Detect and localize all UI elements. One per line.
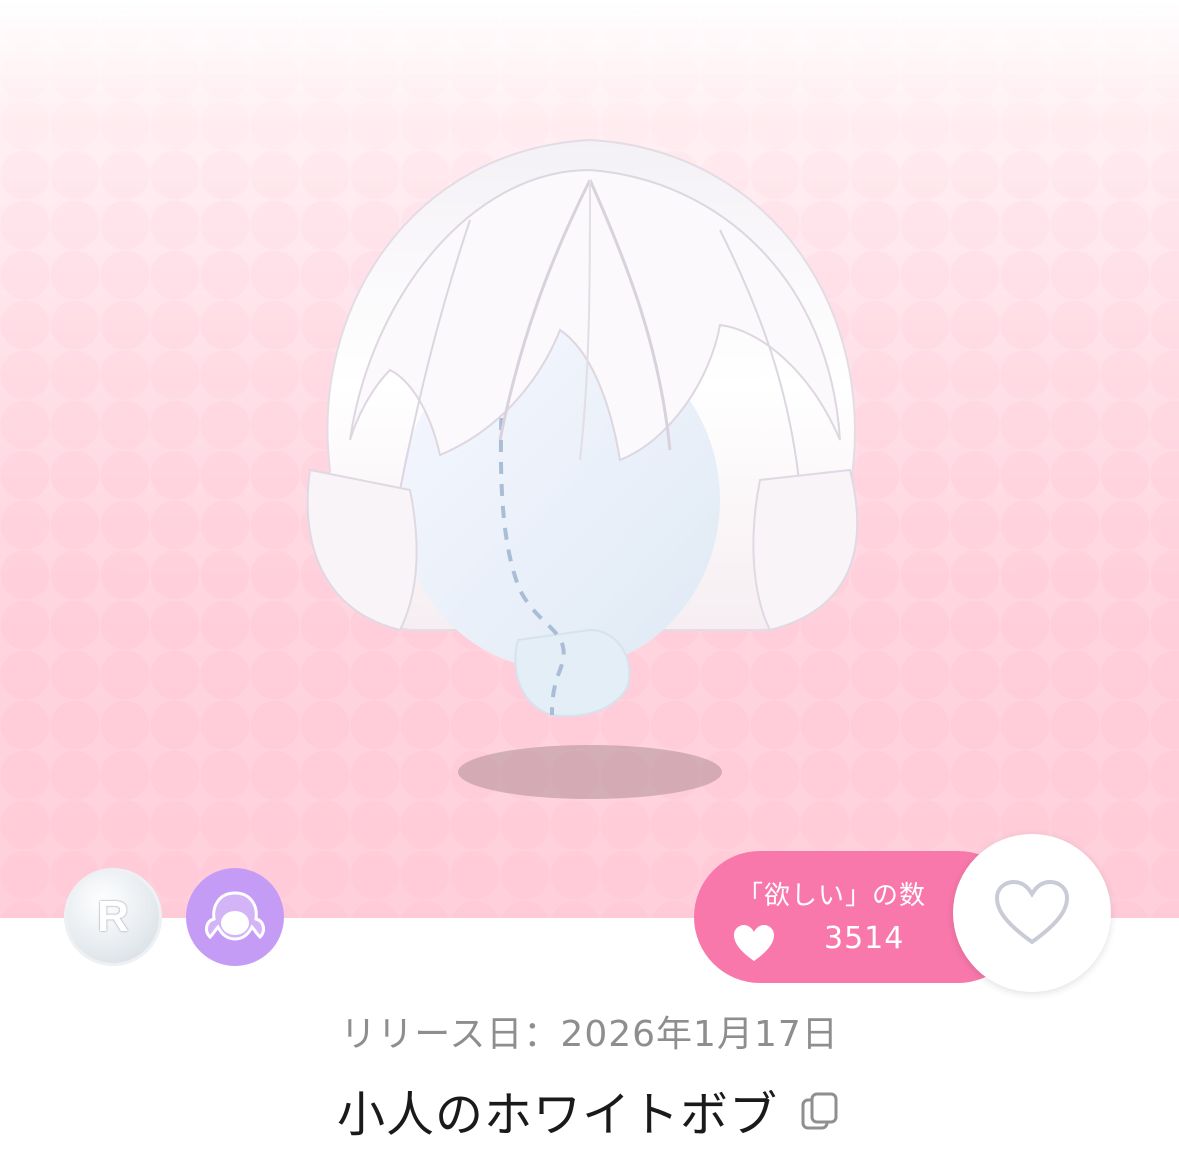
- item-preview-area: [0, 0, 1179, 918]
- hair-silhouette-icon: [205, 891, 265, 941]
- rarity-badge: R: [64, 868, 162, 966]
- want-label: 「欲しい」の数: [737, 881, 927, 911]
- heart-filled-icon: [734, 925, 774, 961]
- hair-item-image: [306, 138, 859, 799]
- release-date: リリース日：2026年1月17日: [340, 1014, 839, 1055]
- copy-icon[interactable]: [800, 1092, 842, 1134]
- like-button[interactable]: [953, 834, 1111, 992]
- item-title-row: 小人のホワイトボブ: [0, 1080, 1179, 1143]
- hair-category-icon: [186, 868, 284, 966]
- item-name: 小人のホワイトボブ: [336, 1087, 778, 1143]
- want-count: 3514: [824, 921, 905, 956]
- rarity-letter: R: [97, 892, 129, 941]
- heart-outline-icon: [994, 879, 1070, 945]
